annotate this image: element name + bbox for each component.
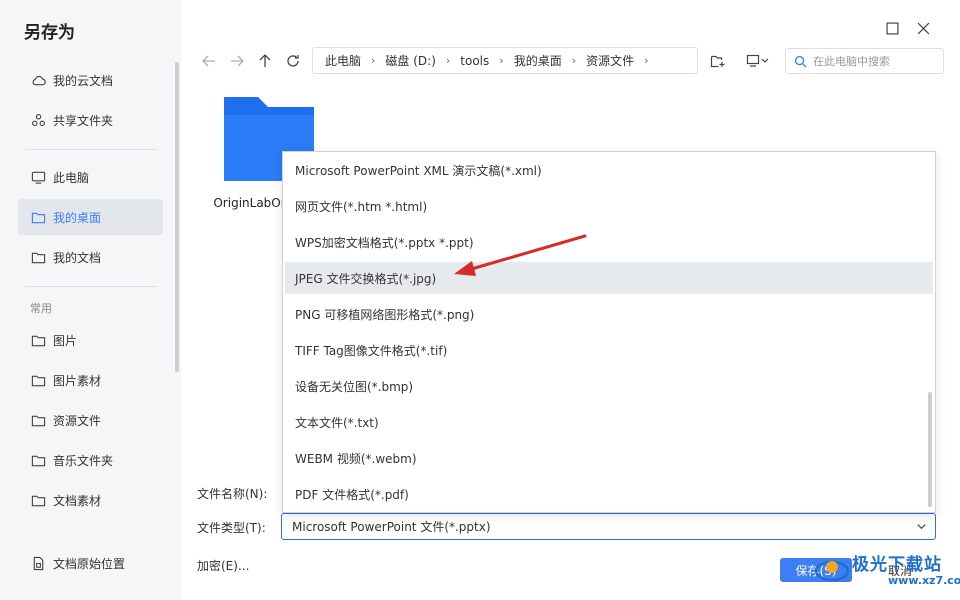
- dropdown-option-tiff[interactable]: TIFF Tag图像文件格式(*.tif): [285, 334, 933, 366]
- dropdown-option-webm[interactable]: WEBM 视频(*.webm): [285, 442, 933, 474]
- sidebar-item-picture-assets[interactable]: 图片素材: [18, 362, 163, 398]
- sidebar-item-label: 我的文档: [53, 250, 102, 265]
- sidebar-scrollbar[interactable]: [175, 62, 179, 372]
- arrow-left-icon: [202, 55, 215, 67]
- watermark-url: www.xz7.com: [888, 574, 960, 587]
- section-label-common: 常用: [30, 302, 52, 315]
- watermark: 极光下载站 www.xz7.com: [812, 548, 960, 598]
- sidebar-item-label: 我的云文档: [53, 73, 114, 88]
- chevron-right-icon[interactable]: ›: [644, 54, 648, 67]
- search-box[interactable]: [785, 48, 944, 74]
- breadcrumb-item-my-desktop[interactable]: 我的桌面: [514, 52, 562, 69]
- sidebar-item-label: 我的桌面: [53, 210, 102, 225]
- chevron-right-icon[interactable]: ›: [371, 54, 375, 67]
- sidebar-item-my-desktop[interactable]: 我的桌面: [18, 199, 163, 235]
- sidebar-item-label: 文档原始位置: [53, 556, 126, 571]
- sidebar: 另存为 我的云文档 共享文件夹 此电脑 我的桌面 我的文档 常用 图片 图片素材…: [0, 0, 181, 600]
- filetype-selected-value: Microsoft PowerPoint 文件(*.pptx): [292, 520, 491, 534]
- sidebar-item-shared-folder[interactable]: 共享文件夹: [18, 102, 163, 138]
- filename-label: 文件名称(N):: [197, 487, 268, 501]
- back-button[interactable]: [196, 48, 222, 74]
- breadcrumb-item-resource-files[interactable]: 资源文件: [586, 52, 634, 69]
- search-input[interactable]: [813, 54, 933, 68]
- filetype-select[interactable]: Microsoft PowerPoint 文件(*.pptx): [281, 513, 936, 540]
- dropdown-option-pdf[interactable]: PDF 文件格式(*.pdf): [285, 478, 933, 510]
- new-folder-icon: [710, 55, 725, 68]
- new-folder-button[interactable]: [705, 48, 731, 74]
- sidebar-item-label: 音乐文件夹: [53, 453, 114, 468]
- sidebar-item-label: 文档素材: [53, 493, 102, 508]
- dropdown-option-txt[interactable]: 文本文件(*.txt): [285, 406, 933, 438]
- dropdown-scrollbar[interactable]: [928, 392, 932, 507]
- breadcrumb: 此电脑 › 磁盘 (D:) › tools › 我的桌面 › 资源文件 ›: [312, 47, 698, 74]
- encrypt-button[interactable]: 加密(E)...: [197, 557, 249, 574]
- breadcrumb-item-this-pc[interactable]: 此电脑: [325, 52, 361, 69]
- folder-icon: [30, 209, 46, 225]
- chevron-right-icon[interactable]: ›: [499, 54, 503, 67]
- folder-icon: [30, 492, 46, 508]
- sidebar-item-original-location[interactable]: 文档原始位置: [18, 545, 163, 581]
- folder-icon: [30, 412, 46, 428]
- watermark-text: 极光下载站: [852, 555, 942, 575]
- sidebar-item-cloud-docs[interactable]: 我的云文档: [18, 62, 163, 98]
- sidebar-item-document-assets[interactable]: 文档素材: [18, 482, 163, 518]
- breadcrumb-item-tools[interactable]: tools: [460, 54, 489, 68]
- share-icon: [30, 112, 46, 128]
- folder-icon: [30, 332, 46, 348]
- sidebar-item-label: 资源文件: [53, 413, 102, 428]
- watermark-logo-icon: [814, 560, 850, 582]
- sidebar-item-label: 图片: [53, 333, 78, 348]
- close-icon: [917, 22, 929, 34]
- dropdown-option-png[interactable]: PNG 可移植网络图形格式(*.png): [285, 298, 933, 330]
- sidebar-divider: [25, 149, 157, 150]
- sidebar-item-label: 图片素材: [53, 373, 102, 388]
- sidebar-item-my-documents[interactable]: 我的文档: [18, 239, 163, 275]
- sidebar-item-music-folder[interactable]: 音乐文件夹: [18, 442, 163, 478]
- chevron-right-icon[interactable]: ›: [572, 54, 576, 67]
- dialog-title: 另存为: [24, 23, 75, 43]
- cloud-icon: [30, 72, 46, 88]
- folder-icon: [30, 249, 46, 265]
- dropdown-option-wps-encrypted[interactable]: WPS加密文档格式(*.pptx *.ppt): [285, 226, 933, 258]
- document-location-icon: [30, 555, 46, 571]
- sidebar-item-label: 此电脑: [53, 170, 90, 185]
- sidebar-item-label: 共享文件夹: [53, 113, 114, 128]
- chevron-right-icon[interactable]: ›: [446, 54, 450, 67]
- folder-icon: [30, 372, 46, 388]
- sidebar-divider: [25, 286, 157, 287]
- dropdown-option-jpeg[interactable]: JPEG 文件交换格式(*.jpg): [285, 262, 933, 294]
- maximize-icon: [885, 21, 899, 35]
- sidebar-item-resource-files[interactable]: 资源文件: [18, 402, 163, 438]
- up-button[interactable]: [252, 48, 278, 74]
- dropdown-option-xml[interactable]: Microsoft PowerPoint XML 演示文稿(*.xml): [285, 154, 933, 186]
- folder-icon: [30, 452, 46, 468]
- sidebar-item-this-pc[interactable]: 此电脑: [18, 159, 163, 195]
- search-icon: [794, 55, 807, 68]
- arrow-right-icon: [231, 55, 244, 67]
- sidebar-item-pictures[interactable]: 图片: [18, 322, 163, 358]
- forward-button[interactable]: [224, 48, 250, 74]
- filetype-label: 文件类型(T):: [197, 521, 266, 535]
- filetype-dropdown: Microsoft PowerPoint XML 演示文稿(*.xml) 网页文…: [282, 151, 936, 513]
- dropdown-option-bmp[interactable]: 设备无关位图(*.bmp): [285, 370, 933, 402]
- close-button[interactable]: [911, 16, 935, 40]
- maximize-button[interactable]: [880, 16, 904, 40]
- refresh-icon: [287, 55, 299, 67]
- arrow-up-icon: [259, 54, 271, 67]
- refresh-button[interactable]: [280, 48, 306, 74]
- chevron-down-icon: [917, 524, 926, 530]
- view-mode-icon: [746, 54, 769, 67]
- dropdown-option-html[interactable]: 网页文件(*.htm *.html): [285, 190, 933, 222]
- monitor-icon: [30, 169, 46, 185]
- breadcrumb-item-disk-d[interactable]: 磁盘 (D:): [385, 52, 435, 69]
- view-mode-button[interactable]: [740, 48, 776, 74]
